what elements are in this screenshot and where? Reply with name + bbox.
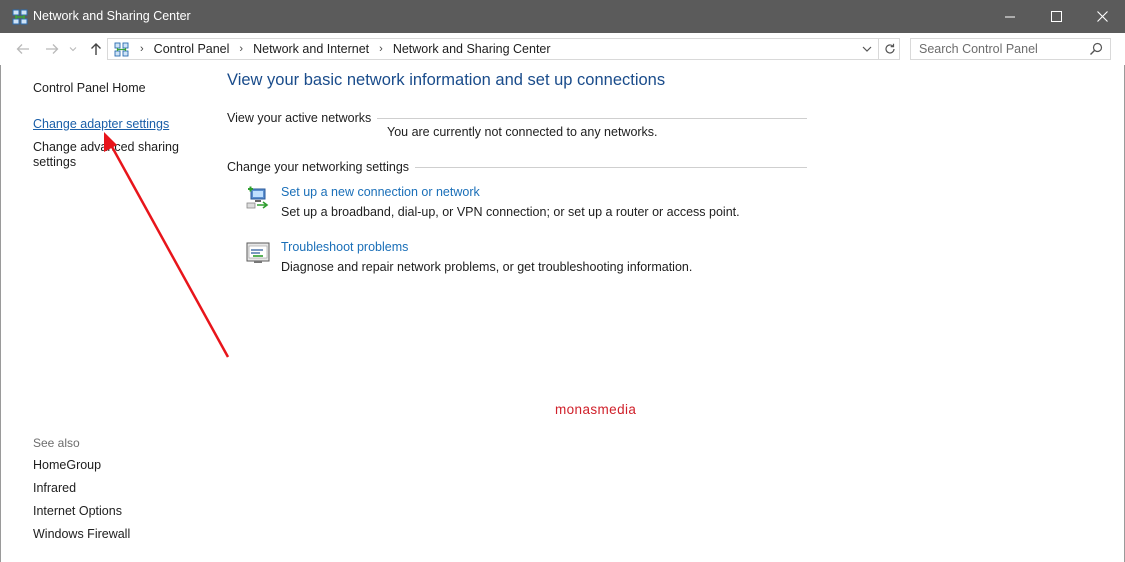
change-advanced-sharing-link[interactable]: Change advanced sharing [33, 140, 179, 155]
refresh-button[interactable] [878, 39, 900, 59]
page-title: View your basic network information and … [227, 71, 666, 89]
breadcrumb: › Control Panel › Network and Internet ›… [114, 39, 551, 59]
refresh-icon [884, 43, 895, 54]
section-divider [367, 118, 807, 119]
see-also-infrared-link[interactable]: Infrared [33, 481, 76, 496]
back-arrow-icon [16, 44, 29, 54]
troubleshoot-problems-link[interactable]: Troubleshoot problems [281, 240, 408, 254]
forward-button[interactable] [42, 40, 62, 58]
breadcrumb-item[interactable]: Network and Sharing Center [393, 42, 551, 56]
troubleshoot-icon [246, 242, 270, 263]
window-title: Network and Sharing Center [33, 9, 191, 23]
minimize-button[interactable] [987, 0, 1033, 33]
breadcrumb-separator: › [379, 43, 383, 55]
address-row: › Control Panel › Network and Internet ›… [0, 33, 1125, 65]
see-also-homegroup-link[interactable]: HomeGroup [33, 458, 101, 473]
chevron-down-icon [69, 47, 77, 52]
address-bar[interactable]: › Control Panel › Network and Internet ›… [107, 38, 900, 60]
left-pane: Control Panel Home Change adapter settin… [0, 65, 215, 562]
see-also-internet-options-link[interactable]: Internet Options [33, 504, 122, 519]
main-pane: View your basic network information and … [227, 65, 1107, 562]
minimize-icon [1004, 16, 1015, 18]
section-divider [402, 167, 807, 168]
control-panel-icon [114, 42, 129, 56]
back-button[interactable] [13, 40, 33, 58]
breadcrumb-separator: › [239, 43, 244, 55]
no-networks-message: You are currently not connected to any n… [387, 125, 658, 139]
recent-locations-button[interactable] [66, 40, 80, 58]
address-dropdown-icon[interactable] [860, 42, 874, 56]
maximize-icon [1050, 11, 1062, 22]
network-center-icon [12, 9, 28, 25]
troubleshoot-problems-description: Diagnose and repair network problems, or… [281, 260, 693, 274]
maximize-button[interactable] [1033, 0, 1079, 33]
search-input[interactable] [911, 39, 1081, 59]
search-box[interactable] [910, 38, 1111, 60]
see-also-heading: See also [33, 436, 80, 450]
new-connection-icon [246, 186, 269, 209]
networking-settings-heading: Change your networking settings [227, 160, 416, 174]
close-button[interactable] [1079, 0, 1125, 33]
up-button[interactable] [86, 40, 106, 58]
see-also-windows-firewall-link[interactable]: Windows Firewall [33, 527, 130, 542]
change-adapter-settings-link[interactable]: Change adapter settings [33, 117, 169, 132]
search-icon[interactable] [1089, 42, 1103, 56]
close-icon [1096, 11, 1108, 22]
active-networks-heading: View your active networks [227, 111, 378, 125]
forward-arrow-icon [46, 44, 59, 54]
watermark-text: monasmedia [555, 402, 637, 417]
change-advanced-sharing-link-line2[interactable]: settings [33, 155, 76, 170]
setup-new-connection-description: Set up a broadband, dial-up, or VPN conn… [281, 205, 740, 219]
up-arrow-icon [91, 43, 101, 55]
setup-new-connection-link[interactable]: Set up a new connection or network [281, 185, 480, 199]
title-bar: Network and Sharing Center [0, 0, 1125, 33]
breadcrumb-item[interactable]: Control Panel [154, 42, 230, 56]
breadcrumb-item[interactable]: Network and Internet [253, 42, 369, 56]
control-panel-home-link[interactable]: Control Panel Home [33, 81, 146, 96]
breadcrumb-separator: › [140, 43, 144, 55]
